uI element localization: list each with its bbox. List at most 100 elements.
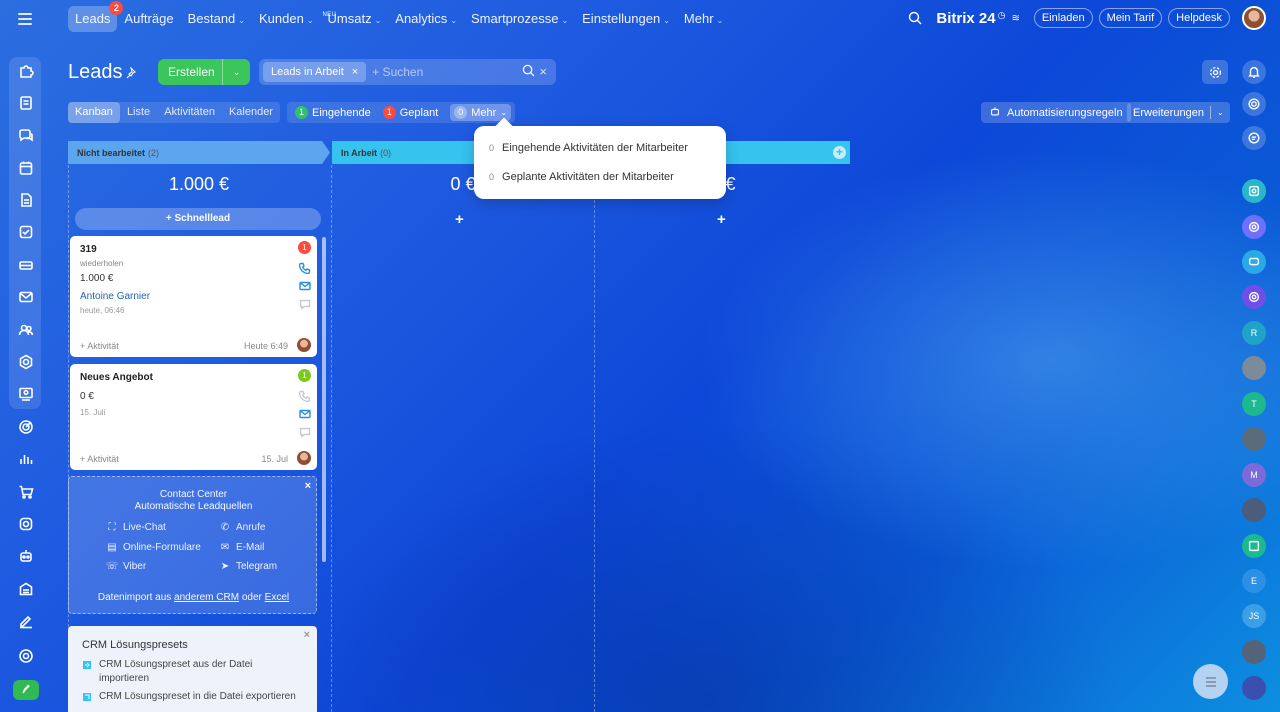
hexagon-icon[interactable] bbox=[17, 353, 35, 371]
extensions-button[interactable]: Erweiterungen ⌄ bbox=[1127, 102, 1230, 123]
counter-planned[interactable]: 1 Geplant bbox=[382, 106, 438, 119]
filter-chip[interactable]: Leads in Arbeit × bbox=[263, 62, 367, 82]
nav-item-kunden[interactable]: Kunden ⌄ bbox=[252, 6, 321, 32]
calendar-icon[interactable] bbox=[17, 159, 35, 177]
card-contact[interactable]: Antoine Garnier bbox=[80, 291, 150, 302]
preset-export-link[interactable]: CRM Lösungspreset in die Datei exportier… bbox=[82, 690, 302, 704]
nav-item-smartprozesse[interactable]: Smartprozesse ⌄ bbox=[464, 6, 575, 32]
recent-chat-m[interactable]: M bbox=[1242, 463, 1266, 487]
phone-icon[interactable] bbox=[298, 261, 311, 275]
puzzle-icon[interactable] bbox=[17, 62, 35, 80]
card-title[interactable]: Neues Angebot bbox=[80, 372, 153, 383]
mail-icon[interactable] bbox=[299, 279, 311, 291]
document-icon[interactable] bbox=[17, 191, 35, 209]
chevron-down-icon[interactable]: ⌄ bbox=[1211, 108, 1230, 117]
menu-icon[interactable] bbox=[18, 13, 32, 25]
add-activity-link[interactable]: + Aktivität bbox=[80, 341, 119, 351]
search-icon[interactable] bbox=[908, 11, 922, 25]
responsible-avatar[interactable] bbox=[297, 451, 311, 465]
search-chat-icon[interactable] bbox=[1242, 179, 1266, 203]
recent-chat-e[interactable]: E bbox=[1242, 569, 1266, 593]
tab-aktivitaeten[interactable]: Aktivitäten bbox=[157, 102, 222, 123]
chat-icon[interactable] bbox=[299, 425, 311, 438]
chat-icon[interactable] bbox=[299, 297, 311, 310]
automation-rules-button[interactable]: Automatisierungsregeln bbox=[981, 102, 1131, 123]
column-header-nicht-bearbeitet[interactable]: Nicht bearbeitet (2) bbox=[68, 141, 330, 164]
dropdown-item-planned-employees[interactable]: 0 Geplante Aktivitäten der Mitarbeiter bbox=[474, 162, 726, 191]
close-icon[interactable]: × bbox=[304, 629, 310, 641]
invite-button[interactable]: Einladen bbox=[1033, 8, 1093, 28]
helpdesk-button[interactable]: Helpdesk bbox=[1168, 8, 1230, 28]
nav-item-auftraege[interactable]: Aufträge bbox=[117, 6, 180, 32]
card-title[interactable]: 319 bbox=[80, 244, 97, 255]
tab-kanban[interactable]: Kanban bbox=[68, 102, 120, 123]
recent-chat-r[interactable]: R bbox=[1242, 321, 1266, 345]
telegram-link[interactable]: ➤ Telegram bbox=[219, 560, 277, 572]
quick-lead-button[interactable]: + Schnelllead bbox=[75, 208, 321, 230]
search-icon[interactable] bbox=[522, 64, 535, 80]
add-activity-link[interactable]: + Aktivität bbox=[80, 454, 119, 464]
close-icon[interactable]: × bbox=[352, 66, 358, 78]
nav-item-leads[interactable]: Leads 2 bbox=[68, 1, 124, 32]
contact-center-icon[interactable] bbox=[17, 385, 35, 403]
news-feed-icon[interactable] bbox=[17, 94, 35, 112]
chat-icon[interactable] bbox=[17, 127, 35, 145]
chevron-down-icon[interactable]: ⌄ bbox=[223, 67, 250, 78]
employees-icon[interactable] bbox=[17, 321, 35, 339]
nav-item-bestand[interactable]: Bestand ⌄ bbox=[181, 6, 252, 32]
tab-kalender[interactable]: Kalender bbox=[222, 102, 280, 123]
floating-menu-button[interactable] bbox=[1193, 664, 1228, 699]
search-input[interactable] bbox=[372, 65, 513, 79]
messages-icon[interactable] bbox=[1242, 250, 1266, 274]
import-excel-link[interactable]: Excel bbox=[265, 592, 289, 603]
copilot-chat-icon[interactable] bbox=[1242, 215, 1266, 239]
settings-button[interactable] bbox=[1202, 60, 1228, 84]
mail-icon[interactable] bbox=[299, 407, 311, 419]
inventory-icon[interactable] bbox=[17, 580, 35, 598]
lead-card[interactable]: 319 wiederholen 1.000 € Antoine Garnier … bbox=[70, 236, 317, 357]
cart-icon[interactable] bbox=[17, 483, 35, 501]
clear-icon[interactable]: × bbox=[539, 64, 547, 80]
counter-incoming[interactable]: 1 Eingehende bbox=[295, 106, 371, 119]
mail-icon[interactable] bbox=[17, 288, 35, 306]
settings-icon[interactable] bbox=[17, 647, 35, 665]
column-scrollbar[interactable] bbox=[322, 237, 326, 562]
recent-chat-avatar[interactable] bbox=[1242, 427, 1266, 451]
recent-chat-t[interactable]: T bbox=[1242, 392, 1266, 416]
import-crm-link[interactable]: anderem CRM bbox=[174, 592, 239, 603]
tab-liste[interactable]: Liste bbox=[120, 102, 157, 123]
copilot-icon[interactable] bbox=[1242, 92, 1266, 116]
add-lead-button[interactable]: + bbox=[455, 211, 464, 228]
task-icon[interactable] bbox=[17, 223, 35, 241]
forms-link[interactable]: ▤ Online-Formulare bbox=[106, 541, 201, 553]
responsible-avatar[interactable] bbox=[297, 338, 311, 352]
recent-chat-group[interactable] bbox=[1242, 534, 1266, 558]
recent-chat-js[interactable]: JS bbox=[1242, 604, 1266, 628]
crm-icon[interactable] bbox=[17, 256, 35, 274]
recent-chat-avatar[interactable] bbox=[1242, 356, 1266, 380]
filter-search-box[interactable]: Leads in Arbeit × × bbox=[259, 59, 556, 85]
pin-icon[interactable] bbox=[124, 66, 136, 79]
create-button[interactable]: Erstellen ⌄ bbox=[158, 59, 250, 85]
recent-chat-avatar[interactable] bbox=[1242, 676, 1266, 700]
viber-link[interactable]: ☏ Viber bbox=[106, 560, 146, 572]
lead-card[interactable]: Neues Angebot 0 € 15. Juli 1 + Aktivität… bbox=[70, 364, 317, 470]
email-link[interactable]: ✉ E-Mail bbox=[219, 541, 265, 553]
nav-item-einstellungen[interactable]: Einstellungen ⌄ bbox=[575, 6, 677, 32]
dropdown-item-incoming-employees[interactable]: 0 Eingehende Aktivitäten der Mitarbeiter bbox=[474, 133, 726, 162]
bell-icon[interactable] bbox=[1242, 60, 1266, 84]
copilot-circle-icon[interactable] bbox=[1242, 285, 1266, 309]
user-avatar[interactable] bbox=[1242, 6, 1266, 30]
nav-item-umsatz[interactable]: NEU Umsatz ⌄ bbox=[321, 6, 389, 32]
add-column-button[interactable]: + bbox=[833, 146, 846, 159]
preset-import-link[interactable]: CRM Lösungspreset aus der Datei importie… bbox=[82, 658, 302, 686]
signature-icon[interactable] bbox=[17, 612, 35, 630]
phone-icon[interactable] bbox=[298, 389, 311, 403]
nav-item-analytics[interactable]: Analytics ⌄ bbox=[388, 6, 464, 32]
recent-chat-avatar[interactable] bbox=[1242, 640, 1266, 664]
analytics-icon[interactable] bbox=[17, 450, 35, 468]
sliders-icon[interactable]: ≋ bbox=[1011, 13, 1019, 24]
calls-link[interactable]: ✆ Anrufe bbox=[219, 521, 266, 533]
recent-chat-avatar[interactable] bbox=[1242, 498, 1266, 522]
rocket-button[interactable] bbox=[13, 680, 39, 700]
